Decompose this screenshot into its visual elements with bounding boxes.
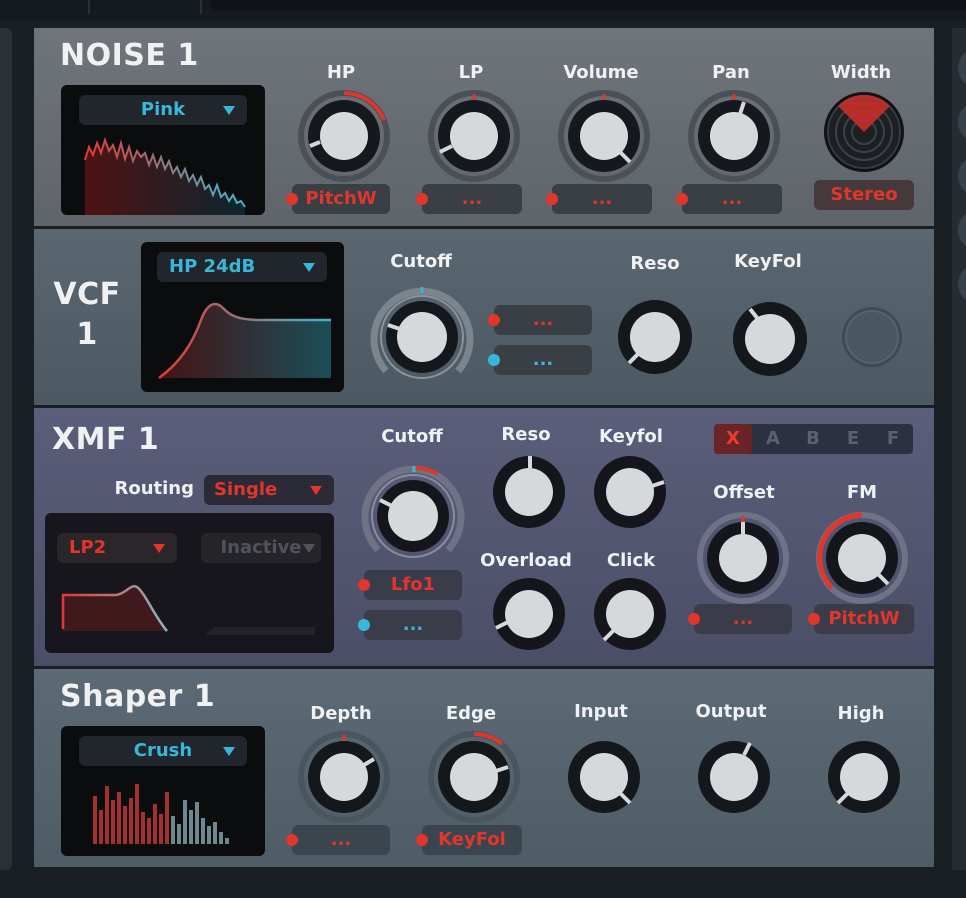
mod-dot-icon bbox=[286, 834, 298, 846]
fm-knob[interactable] bbox=[816, 512, 908, 604]
mod-dot-icon bbox=[488, 354, 500, 366]
mod-dot-icon bbox=[488, 314, 500, 326]
high-knob[interactable] bbox=[828, 741, 900, 813]
xmf-cutoff-mod-slot-2[interactable]: ... bbox=[358, 610, 462, 640]
side-button[interactable] bbox=[958, 264, 966, 304]
side-button[interactable] bbox=[958, 156, 966, 196]
overload-knob[interactable] bbox=[493, 578, 565, 650]
noise-panel: NOISE 1 Pink HP LP Volume Pan Width Pitc… bbox=[34, 28, 934, 226]
lp-knob[interactable] bbox=[428, 90, 520, 182]
toolbar-segment[interactable] bbox=[92, 0, 202, 14]
side-button[interactable] bbox=[958, 210, 966, 250]
width-radar-knob[interactable] bbox=[824, 92, 904, 172]
xmf-keyfol-knob[interactable] bbox=[594, 456, 666, 528]
mod-dot-icon bbox=[416, 193, 428, 205]
output-knob[interactable] bbox=[698, 741, 770, 813]
mod-dot-icon bbox=[358, 619, 370, 631]
offset-mod-slot[interactable]: ... bbox=[688, 604, 792, 634]
stereo-mode-button[interactable]: Stereo bbox=[814, 180, 914, 210]
hp-knob[interactable] bbox=[298, 90, 390, 182]
offset-knob[interactable] bbox=[697, 512, 789, 604]
mod-dot-icon bbox=[416, 834, 428, 846]
pan-mod-slot[interactable]: ... bbox=[676, 184, 782, 214]
mod-dot-icon bbox=[286, 193, 298, 205]
vcf-mod-slot-2[interactable]: ... bbox=[488, 345, 592, 375]
mod-dot-icon bbox=[546, 193, 558, 205]
vcf-cutoff-knob[interactable] bbox=[370, 287, 474, 379]
xmf-cutoff-knob[interactable] bbox=[361, 465, 465, 558]
xmf-knobs bbox=[361, 456, 908, 650]
vcf-disabled-knob[interactable] bbox=[842, 307, 902, 367]
volume-mod-slot[interactable]: ... bbox=[546, 184, 652, 214]
mod-dot-icon bbox=[358, 579, 370, 591]
left-sidebar[interactable] bbox=[0, 28, 12, 870]
depth-knob[interactable] bbox=[298, 731, 390, 823]
toolbar-segment[interactable] bbox=[0, 0, 90, 14]
depth-mod-slot[interactable]: ... bbox=[286, 825, 390, 855]
side-button[interactable] bbox=[958, 102, 966, 142]
vcf-knobs bbox=[370, 287, 902, 379]
vcf-mod-slot-1[interactable]: ... bbox=[488, 305, 592, 335]
fm-mod-slot[interactable]: PitchW bbox=[808, 604, 914, 634]
mod-dot-icon bbox=[676, 193, 688, 205]
top-toolbar bbox=[0, 0, 966, 20]
xmf-panel: XMF 1 Routing Single LP2 Inactive Cutoff… bbox=[34, 408, 934, 666]
mod-dot-icon bbox=[688, 613, 700, 625]
shaper-panel: Shaper 1 Crush Depth Edge Input Output H… bbox=[34, 669, 934, 867]
input-knob[interactable] bbox=[568, 741, 640, 813]
vcf-keyfol-knob[interactable] bbox=[733, 302, 807, 376]
vcf-panel: VCF 1 HP 24dB Cutoff Reso KeyFol ... ... bbox=[34, 229, 934, 405]
hp-mod-slot[interactable]: PitchW bbox=[286, 184, 390, 214]
volume-knob[interactable] bbox=[558, 90, 650, 182]
right-sidebar bbox=[952, 28, 966, 870]
side-button[interactable] bbox=[958, 48, 966, 88]
edge-knob[interactable] bbox=[428, 731, 520, 823]
lp-mod-slot[interactable]: ... bbox=[416, 184, 522, 214]
mod-dot-icon bbox=[808, 613, 820, 625]
edge-mod-slot[interactable]: KeyFol bbox=[416, 825, 522, 855]
xmf-reso-knob[interactable] bbox=[493, 456, 565, 528]
pan-knob[interactable] bbox=[688, 90, 780, 182]
click-knob[interactable] bbox=[594, 578, 666, 650]
toolbar-display bbox=[210, 0, 966, 10]
xmf-cutoff-mod-slot-1[interactable]: Lfo1 bbox=[358, 570, 462, 600]
vcf-reso-knob[interactable] bbox=[618, 300, 692, 374]
